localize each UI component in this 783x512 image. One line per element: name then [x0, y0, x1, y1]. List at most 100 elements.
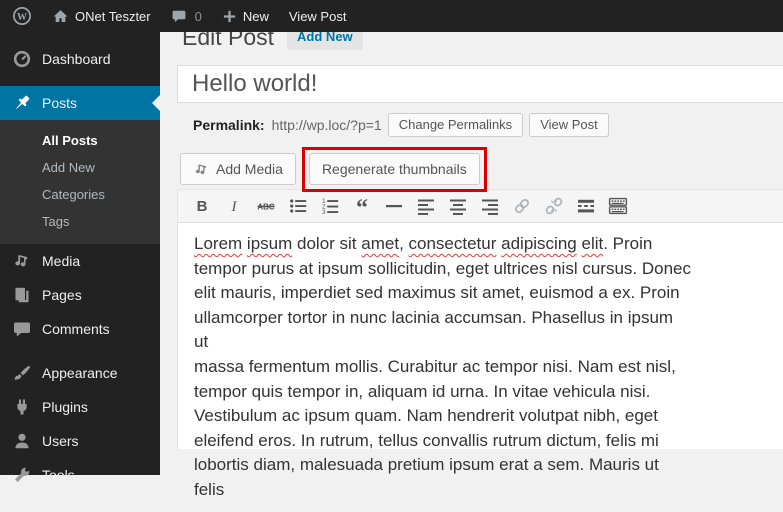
misspelled-word: adipiscing [501, 234, 577, 253]
toolbar-toggle-button[interactable] [606, 194, 630, 218]
misspelled-word: Lorem [194, 234, 242, 253]
permalink-url: http://wp.loc/?p=1 [272, 117, 382, 133]
text-line: eleifend eros. In rutrum, tellus convall… [194, 429, 691, 454]
misspelled-word: amet [361, 234, 399, 253]
sidebar-item-appearance[interactable]: Appearance [0, 356, 160, 390]
post-editor: BI ABC 123 “ Lorem ipsum dolor sit amet, co… [177, 189, 783, 449]
bullet-list-button[interactable] [286, 194, 310, 218]
admin-bar-new[interactable]: New [212, 0, 279, 32]
admin-bar-comments[interactable]: 0 [161, 0, 212, 32]
editor-content[interactable]: Lorem ipsum dolor sit amet, consectetur … [178, 223, 783, 512]
plus-icon [222, 9, 237, 24]
horizontal-rule-icon [384, 196, 404, 216]
bold-icon: B [192, 196, 212, 216]
add-media-button[interactable]: Add Media [180, 153, 296, 185]
submenu-posts: All PostsAdd NewCategoriesTags [0, 120, 160, 244]
svg-text:B: B [197, 198, 208, 215]
numbered-list-icon: 123 [320, 196, 340, 216]
blockquote-button[interactable]: “ [350, 194, 374, 218]
admin-sidebar: Dashboard Posts All PostsAdd NewCategories… [0, 32, 160, 475]
wordpress-logo-icon: W [12, 6, 32, 26]
plugins-icon [12, 397, 32, 417]
menu-separator [0, 76, 160, 86]
bold-button[interactable]: B [190, 194, 214, 218]
text-line: Lorem ipsum dolor sit amet, consectetur … [194, 232, 691, 257]
regenerate-thumbnails-label: Regenerate thumbnails [322, 161, 467, 177]
media-buttons-row: Add Media Regenerate thumbnails [180, 153, 783, 185]
svg-text:“: “ [356, 196, 368, 216]
sidebar-item-plugins[interactable]: Plugins [0, 390, 160, 424]
sidebar-item-users[interactable]: Users [0, 424, 160, 458]
sidebar-item-label: Posts [42, 95, 77, 111]
svg-text:3: 3 [322, 209, 326, 216]
misspelled-word: consectetur [409, 234, 497, 253]
text-line: ullamcorper tortor in nunc lacinia accum… [194, 306, 691, 355]
home-icon [52, 8, 69, 25]
add-media-label: Add Media [216, 161, 283, 177]
strikethrough-icon: ABC [256, 196, 276, 216]
sidebar-item-dashboard[interactable]: Dashboard [0, 42, 160, 76]
sidebar-item-posts[interactable]: Posts [0, 86, 160, 120]
horizontal-rule-button[interactable] [382, 194, 406, 218]
more-tag-icon [576, 196, 596, 216]
blockquote-icon: “ [352, 196, 372, 216]
sidebar-item-media[interactable]: Media [0, 244, 160, 278]
sidebar-item-label: Comments [42, 321, 110, 337]
sidebar-item-comments[interactable]: Comments [0, 312, 160, 346]
comment-bubble-icon [171, 8, 187, 24]
text-line: Vestibulum ac ipsum quam. Nam hendrerit … [194, 404, 691, 429]
misspelled-word: elit [581, 234, 603, 253]
pages-icon [12, 285, 32, 305]
submenu-item-tags[interactable]: Tags [0, 208, 160, 235]
permalink-row: Permalink: http://wp.loc/?p=1 Change Per… [177, 112, 783, 138]
strikethrough-button[interactable]: ABC [254, 194, 278, 218]
align-right-icon [480, 196, 500, 216]
sidebar-item-pages[interactable]: Pages [0, 278, 160, 312]
text-line: tempor purus at ipsum sollicitudin, eget… [194, 257, 691, 282]
sidebar-item-label: Pages [42, 287, 82, 303]
text-line: elit mauris, imperdiet sed maximus sit a… [194, 281, 691, 306]
link-button[interactable] [510, 194, 534, 218]
view-post-button[interactable]: View Post [529, 113, 609, 137]
site-name-menu[interactable]: ONet Teszter [42, 0, 161, 32]
post-title-input[interactable] [177, 65, 783, 103]
editor-toolbar: BI ABC 123 “ [178, 190, 783, 223]
sidebar-item-label: Media [42, 253, 80, 269]
align-center-button[interactable] [446, 194, 470, 218]
pin-icon [12, 93, 32, 113]
admin-bar-view-post[interactable]: View Post [279, 0, 357, 32]
submenu-item-categories[interactable]: Categories [0, 181, 160, 208]
align-right-button[interactable] [478, 194, 502, 218]
italic-button[interactable]: I [222, 194, 246, 218]
sidebar-item-label: Plugins [42, 399, 88, 415]
unlink-icon [544, 196, 564, 216]
sidebar-item-label: Appearance [42, 365, 118, 381]
menu-separator [0, 346, 160, 356]
link-icon [512, 196, 532, 216]
toolbar-toggle-icon [608, 196, 628, 216]
text-line: lobortis diam, malesuada pretium ipsum e… [194, 453, 691, 502]
view-post-label: View Post [289, 9, 347, 24]
regenerate-thumbnails-button[interactable]: Regenerate thumbnails [309, 153, 480, 185]
text-line: massa fermentum mollis. Curabitur ac tem… [194, 355, 691, 380]
dashboard-icon [12, 49, 32, 69]
misspelled-word: ipsum [247, 234, 292, 253]
text-line: tempor quis tempor in, aliquam id urna. … [194, 380, 691, 405]
text-fragment: , [399, 234, 408, 253]
site-name-label: ONet Teszter [75, 9, 151, 24]
align-left-button[interactable] [414, 194, 438, 218]
numbered-list-button[interactable]: 123 [318, 194, 342, 218]
comments-count: 0 [195, 9, 202, 24]
italic-icon: I [224, 196, 244, 216]
change-permalinks-button[interactable]: Change Permalinks [388, 113, 523, 137]
main-content: Edit Post Add New Permalink: http://wp.l… [160, 0, 783, 449]
wordpress-logo-menu[interactable]: W [0, 0, 42, 32]
bullet-list-icon [288, 196, 308, 216]
sidebar-item-label: Users [42, 433, 79, 449]
more-tag-button[interactable] [574, 194, 598, 218]
new-label: New [243, 9, 269, 24]
submenu-item-all-posts[interactable]: All Posts [0, 127, 160, 154]
unlink-button[interactable] [542, 194, 566, 218]
users-icon [12, 431, 32, 451]
submenu-item-add-new[interactable]: Add New [0, 154, 160, 181]
